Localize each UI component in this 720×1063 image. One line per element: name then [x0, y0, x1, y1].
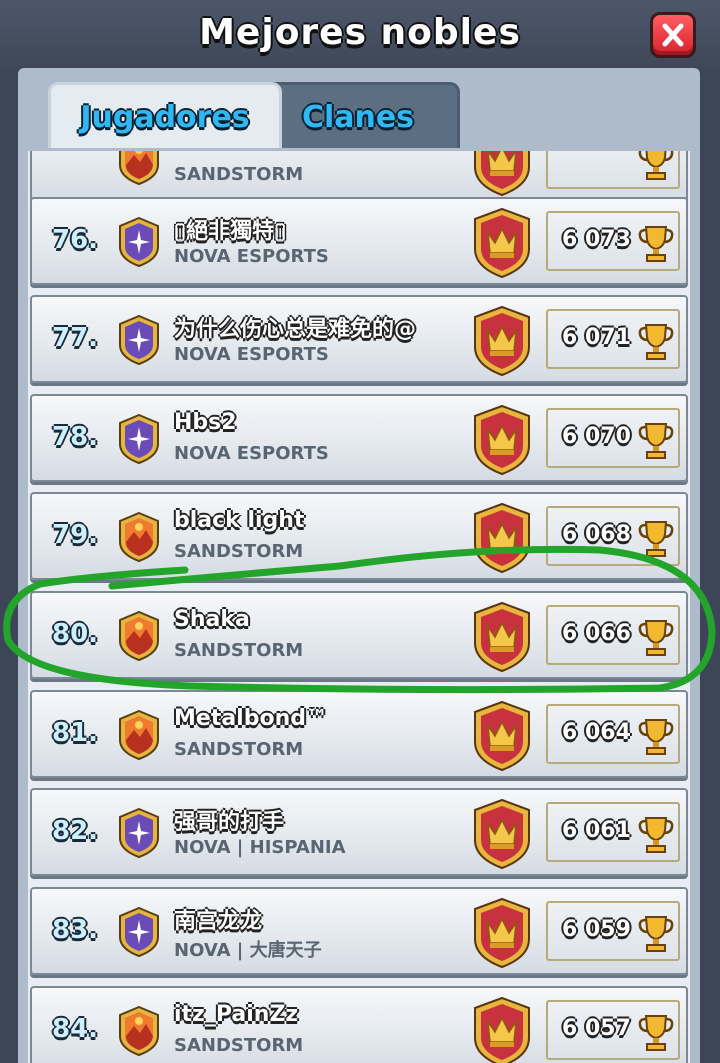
trophy-count: 6 073 — [562, 227, 631, 252]
close-button[interactable] — [650, 12, 696, 58]
sandstorm-mountain-badge-icon — [118, 511, 160, 563]
crown-league-icon — [472, 897, 532, 969]
clan-name: SANDSTORM — [174, 164, 304, 185]
nova-star-badge-icon — [118, 413, 160, 465]
clan-name: NOVA | HISPANIA — [174, 837, 346, 858]
crown-league-icon — [472, 305, 532, 377]
trophy-count: 6 070 — [562, 424, 631, 449]
trophy-icon — [638, 1012, 674, 1052]
player-name: 为什么伤心总是难免的@ — [174, 317, 417, 342]
player-name: itz_PainZz — [174, 1002, 299, 1027]
leaderboard-row[interactable]: 80. Shaka SANDSTORM 6 066 — [30, 591, 688, 679]
tab-clans[interactable]: Clanes — [256, 82, 460, 148]
sandstorm-mountain-badge-icon — [118, 151, 160, 186]
trophy-count: 6 061 — [562, 818, 631, 843]
clan-name: SANDSTORM — [174, 739, 304, 760]
trophy-icon — [638, 814, 674, 854]
trophy-count: 6 066 — [562, 621, 631, 646]
rank-number: 80. — [52, 619, 99, 649]
trophy-count-box: 6 068 — [546, 506, 680, 566]
rank-number: 82. — [52, 816, 99, 846]
clan-name: SANDSTORM — [174, 541, 304, 562]
trophy-count-box: 6 070 — [546, 408, 680, 468]
sandstorm-mountain-badge-icon — [118, 610, 160, 662]
trophy-icon — [638, 913, 674, 953]
leaderboard-row[interactable]: 82. 强哥的打手 NOVA | HISPANIA 6 061 — [30, 788, 688, 876]
nova-star-badge-icon — [118, 906, 160, 958]
rank-number: 78. — [52, 422, 99, 452]
trophy-icon — [638, 617, 674, 657]
player-name: black light — [174, 508, 305, 533]
player-name: Metalbond™ — [174, 706, 328, 731]
leaderboard-row[interactable]: 79. black light SANDSTORM 6 068 — [30, 492, 688, 580]
crown-league-icon — [472, 502, 532, 574]
trophy-icon — [638, 420, 674, 460]
trophy-icon — [638, 518, 674, 558]
rank-number: 81. — [52, 718, 99, 748]
trophy-count: 6 059 — [562, 917, 631, 942]
trophy-icon — [638, 223, 674, 263]
leaderboard-row[interactable]: 84. itz_PainZz SANDSTORM 6 057 — [30, 986, 688, 1063]
trophy-count-box: 6 073 — [546, 211, 680, 271]
rank-number: 76. — [52, 225, 99, 255]
trophy-count-box: 6 071 — [546, 309, 680, 369]
nova-star-badge-icon — [118, 807, 160, 859]
clan-name: SANDSTORM — [174, 640, 304, 661]
leaderboard-row[interactable]: 76. ▯絕非獨特▯ NOVA ESPORTS 6 073 — [30, 197, 688, 285]
rank-number: 83. — [52, 915, 99, 945]
trophy-count-box: 6 066 — [546, 605, 680, 665]
tab-players[interactable]: Jugadores — [48, 82, 282, 148]
page-title: Mejores nobles — [199, 12, 521, 53]
trophy-icon — [638, 321, 674, 361]
clan-name: NOVA ESPORTS — [174, 443, 329, 464]
leaderboard-panel: Clanes Jugadores SANDSTORM 76. ▯絕非獨特▯ NOVA … — [18, 68, 700, 1063]
trophy-icon — [638, 151, 674, 181]
leaderboard-row[interactable]: 83. 南宫龙龙 NOVA | 大唐天子 6 059 — [30, 887, 688, 975]
trophy-count-box: 6 061 — [546, 802, 680, 862]
trophy-count-box: 6 057 — [546, 1000, 680, 1060]
clan-name: NOVA ESPORTS — [174, 246, 329, 267]
leaderboard-row[interactable]: 78. Hbs2 NOVA ESPORTS 6 070 — [30, 394, 688, 482]
leaderboard-row[interactable]: SANDSTORM — [30, 151, 688, 203]
crown-league-icon — [472, 151, 532, 197]
trophy-count: 6 071 — [562, 325, 631, 350]
trophy-count-box — [546, 151, 680, 189]
trophy-count: 6 068 — [562, 522, 631, 547]
sandstorm-mountain-badge-icon — [118, 709, 160, 761]
leaderboard-row[interactable]: 81. Metalbond™ SANDSTORM 6 064 — [30, 690, 688, 778]
player-name: ▯絕非獨特▯ — [174, 219, 287, 244]
trophy-count-box: 6 064 — [546, 704, 680, 764]
leaderboard-row[interactable]: 77. 为什么伤心总是难免的@ NOVA ESPORTS 6 071 — [30, 295, 688, 383]
trophy-icon — [638, 716, 674, 756]
nova-star-badge-icon — [118, 216, 160, 268]
clan-name: NOVA ESPORTS — [174, 344, 329, 365]
crown-league-icon — [472, 404, 532, 476]
crown-league-icon — [472, 601, 532, 673]
clan-name: NOVA | 大唐天子 — [174, 940, 322, 961]
player-name: Shaka — [174, 607, 250, 632]
nova-star-badge-icon — [118, 314, 160, 366]
player-list[interactable]: SANDSTORM 76. ▯絕非獨特▯ NOVA ESPORTS 6 073 77. 为什… — [28, 151, 690, 1063]
trophy-count-box: 6 059 — [546, 901, 680, 961]
player-name: Hbs2 — [174, 410, 237, 435]
crown-league-icon — [472, 996, 532, 1063]
header-bar: Mejores nobles — [0, 0, 720, 68]
player-name: 强哥的打手 — [174, 810, 285, 835]
trophy-count: 6 057 — [562, 1016, 631, 1041]
rank-number: 84. — [52, 1014, 99, 1044]
rank-number: 77. — [52, 323, 99, 353]
rank-number: 79. — [52, 520, 99, 550]
player-name: 南宫龙龙 — [174, 909, 263, 934]
close-x-icon — [662, 23, 684, 47]
sandstorm-mountain-badge-icon — [118, 1005, 160, 1057]
crown-league-icon — [472, 798, 532, 870]
crown-league-icon — [472, 207, 532, 279]
trophy-count: 6 064 — [562, 720, 631, 745]
clan-name: SANDSTORM — [174, 1035, 304, 1056]
crown-league-icon — [472, 700, 532, 772]
